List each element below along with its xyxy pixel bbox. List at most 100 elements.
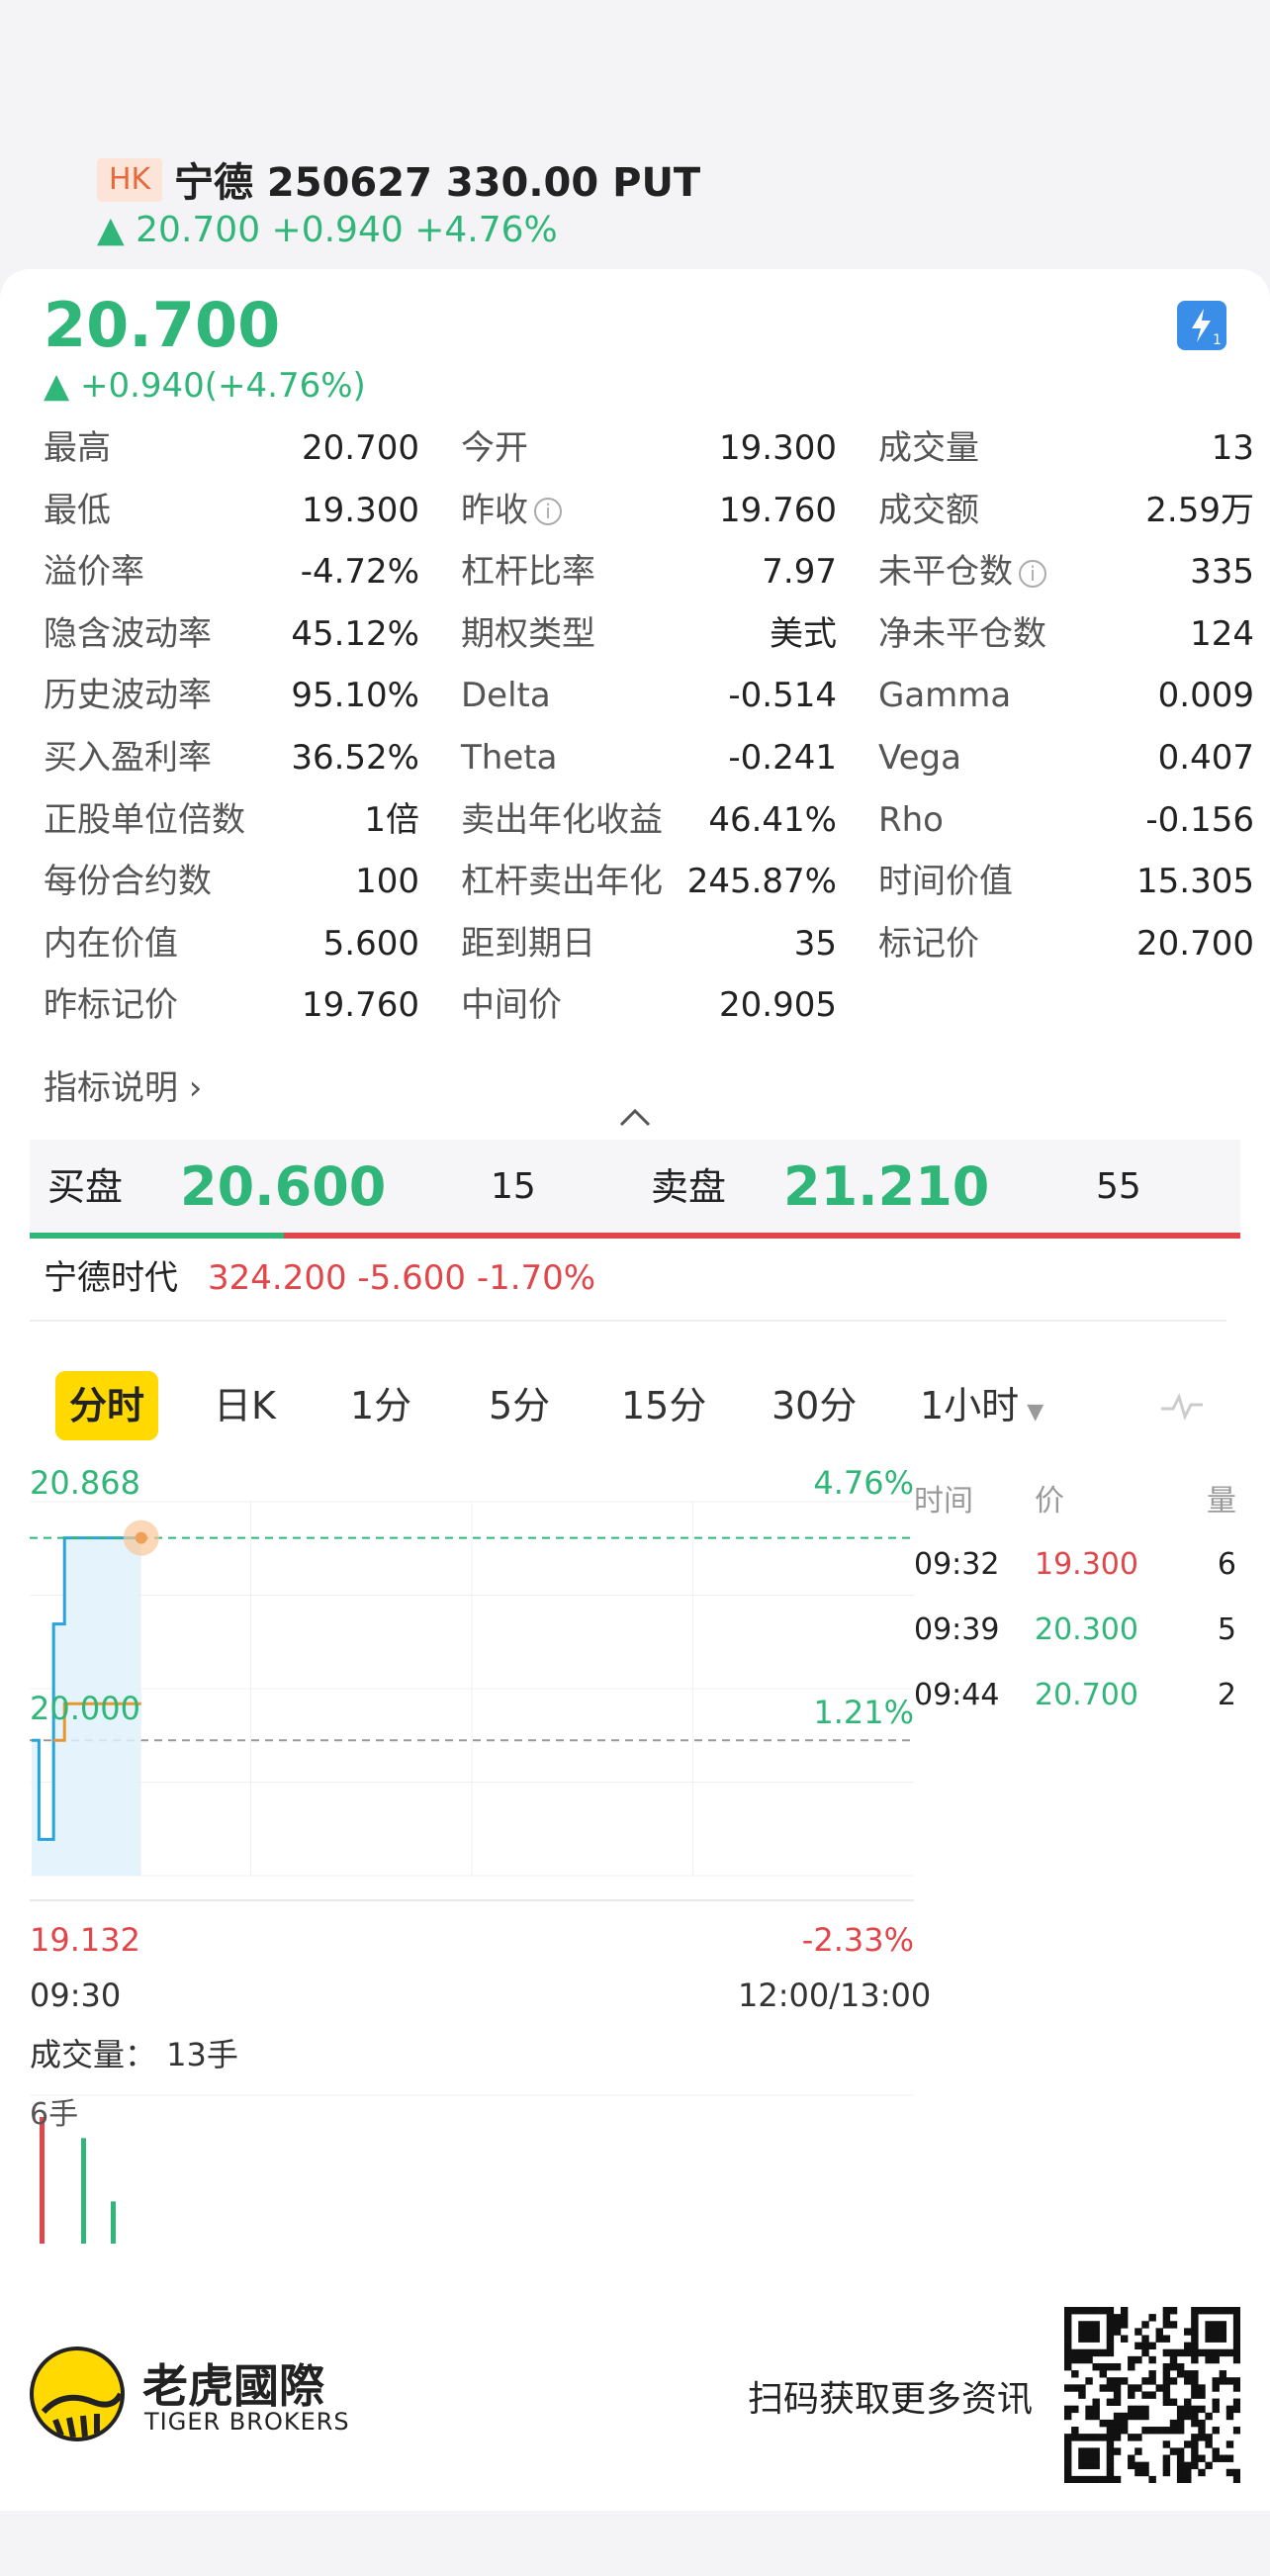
indicator-wave-icon[interactable]: [1157, 1381, 1207, 1430]
trade-time: 09:44: [914, 1678, 1000, 1712]
info-icon-glyph: i: [534, 498, 562, 526]
bid-ratio-bar: [30, 1233, 284, 1239]
trade-qty: 2: [1217, 1678, 1236, 1712]
stat-label: 标记价: [878, 923, 979, 964]
stat-value: 35: [793, 923, 837, 964]
tab-label: 5分: [489, 1384, 551, 1427]
stat-label: 历史波动率: [44, 676, 212, 716]
tab-period[interactable]: 30分: [771, 1371, 857, 1440]
stats-row: 最低 19.300 昨收 i 19.760 成交额 2.59万: [44, 480, 1254, 541]
stat-cell: 昨收 i 19.760: [461, 480, 837, 541]
y-low-label: 19.132: [30, 1921, 140, 1959]
stat-cell: Vega 0.407: [878, 727, 1254, 788]
stat-label: 未平仓数: [878, 552, 1013, 593]
tiger-logo-icon: [30, 2346, 125, 2441]
trade-time: 09:39: [914, 1612, 1000, 1647]
stat-cell: 时间价值 15.305: [878, 851, 1254, 912]
stat-label: Theta: [461, 738, 558, 778]
stat-value: 20.905: [719, 985, 837, 1026]
stat-cell: 卖出年化收益 46.41%: [461, 789, 837, 851]
stat-value: -0.514: [728, 676, 837, 716]
stat-label: Delta: [461, 676, 551, 716]
stat-cell: Gamma 0.009: [878, 665, 1254, 726]
underlying-quote: 324.200 -5.600 -1.70%: [208, 1258, 596, 1298]
stat-label: 杠杆比率: [461, 552, 595, 593]
stat-value: 45.12%: [291, 613, 419, 654]
stat-value: 19.760: [719, 490, 837, 530]
tab-period[interactable]: 15分: [621, 1371, 706, 1440]
volume-bar: [111, 2201, 116, 2244]
indicator-explanation-link[interactable]: 指标说明 ›: [44, 1060, 202, 1109]
stat-cell: 中间价 20.905: [461, 974, 837, 1036]
stat-cell: 历史波动率 95.10%: [44, 665, 419, 726]
tab-label: 分时: [69, 1384, 145, 1427]
tab-period[interactable]: 1小时 ▼: [920, 1371, 1043, 1440]
stat-cell: 今开 19.300: [461, 417, 837, 479]
stat-value: -4.72%: [300, 552, 419, 593]
stat-value: 0.407: [1157, 738, 1254, 778]
underlying-row[interactable]: 宁德时代 324.200 -5.600 -1.70%: [44, 1248, 595, 1308]
bid-price[interactable]: 20.600: [180, 1140, 386, 1235]
last-price-dot: [135, 1531, 147, 1544]
stat-cell: 买入盈利率 36.52%: [44, 727, 419, 788]
stat-label: 时间价值: [878, 862, 1013, 902]
ask-price[interactable]: 21.210: [783, 1140, 989, 1235]
stats-row: 内在价值 5.600 距到期日 35 标记价 20.700: [44, 913, 1254, 974]
stat-cell: 标记价 20.700: [878, 913, 1254, 974]
ask-ratio-bar: [284, 1233, 1240, 1239]
lightning-icon-graphic: 1: [1192, 309, 1222, 348]
stat-value: 19.760: [302, 985, 419, 1026]
pct-high-label: 4.76%: [813, 1464, 914, 1502]
qr-code-icon: [1064, 2307, 1240, 2483]
tab-period[interactable]: 分时: [55, 1371, 159, 1440]
stat-cell: 最低 19.300: [44, 480, 419, 541]
market-badge: HK: [97, 158, 163, 202]
y-mid-label: 20.000: [30, 1690, 140, 1727]
trade-qty: 6: [1217, 1547, 1236, 1582]
trade-price: 20.300: [1035, 1612, 1138, 1647]
stat-value: 36.52%: [291, 738, 419, 778]
time-end-label: 12:00/13:00: [738, 1977, 932, 2014]
stat-value: -0.156: [1145, 799, 1254, 840]
svg-text:1: 1: [1213, 332, 1222, 348]
brand-name: 老虎國際: [142, 2359, 324, 2413]
stats-row: 最高 20.700 今开 19.300 成交量 13: [44, 417, 1254, 479]
info-icon[interactable]: i: [1017, 541, 1046, 602]
stat-cell: 净未平仓数 124: [878, 603, 1254, 665]
dropdown-caret-icon: ▼: [1027, 1400, 1044, 1425]
top-header: HK 宁德 250627 330.00 PUT ▲ 20.700 +0.940 …: [0, 0, 1270, 277]
stat-label: 成交量: [878, 428, 979, 468]
stat-value: 19.300: [302, 490, 419, 530]
stat-label: 买入盈利率: [44, 738, 212, 778]
lightning-icon[interactable]: 1: [1177, 301, 1226, 350]
info-icon[interactable]: i: [532, 480, 562, 541]
stats-row: 历史波动率 95.10% Delta -0.514 Gamma 0.009: [44, 665, 1254, 726]
tab-label: 30分: [771, 1384, 858, 1427]
tab-period[interactable]: 5分: [489, 1371, 550, 1440]
stat-label: 每份合约数: [44, 862, 212, 902]
footer-cta-text: 扫码获取更多资讯: [748, 2379, 1034, 2420]
stat-label: 期权类型: [461, 613, 595, 654]
stat-cell: 期权类型 美式: [461, 603, 837, 665]
trade-price: 20.700: [1035, 1678, 1138, 1712]
stat-label: 隐含波动率: [44, 613, 212, 654]
tab-label: 1小时: [920, 1384, 1020, 1427]
trade-row: 09:32 19.300 6: [914, 1535, 1250, 1595]
stat-cell: Delta -0.514: [461, 665, 837, 726]
stat-label: 正股单位倍数: [44, 799, 245, 840]
tab-label: 1分: [350, 1384, 412, 1427]
tab-period[interactable]: 1分: [350, 1371, 411, 1440]
stat-cell: 每份合约数 100: [44, 851, 419, 912]
stat-value: 335: [1190, 552, 1254, 593]
tab-period[interactable]: 日K: [214, 1371, 276, 1440]
stat-value: 2.59万: [1145, 490, 1254, 530]
stat-label: Gamma: [878, 676, 1012, 716]
stat-value: 1倍: [364, 799, 419, 840]
stat-cell: 内在价值 5.600: [44, 913, 419, 974]
pct-low-label: -2.33%: [801, 1921, 914, 1959]
footer: 老虎國際 TIGER BROKERS 扫码获取更多资讯: [0, 2275, 1270, 2511]
chevron-up-icon[interactable]: [615, 1098, 655, 1138]
stats-row: 买入盈利率 36.52% Theta -0.241 Vega 0.407: [44, 727, 1254, 788]
intraday-price-chart[interactable]: [30, 1476, 914, 1901]
last-price: 20.700: [44, 289, 281, 361]
